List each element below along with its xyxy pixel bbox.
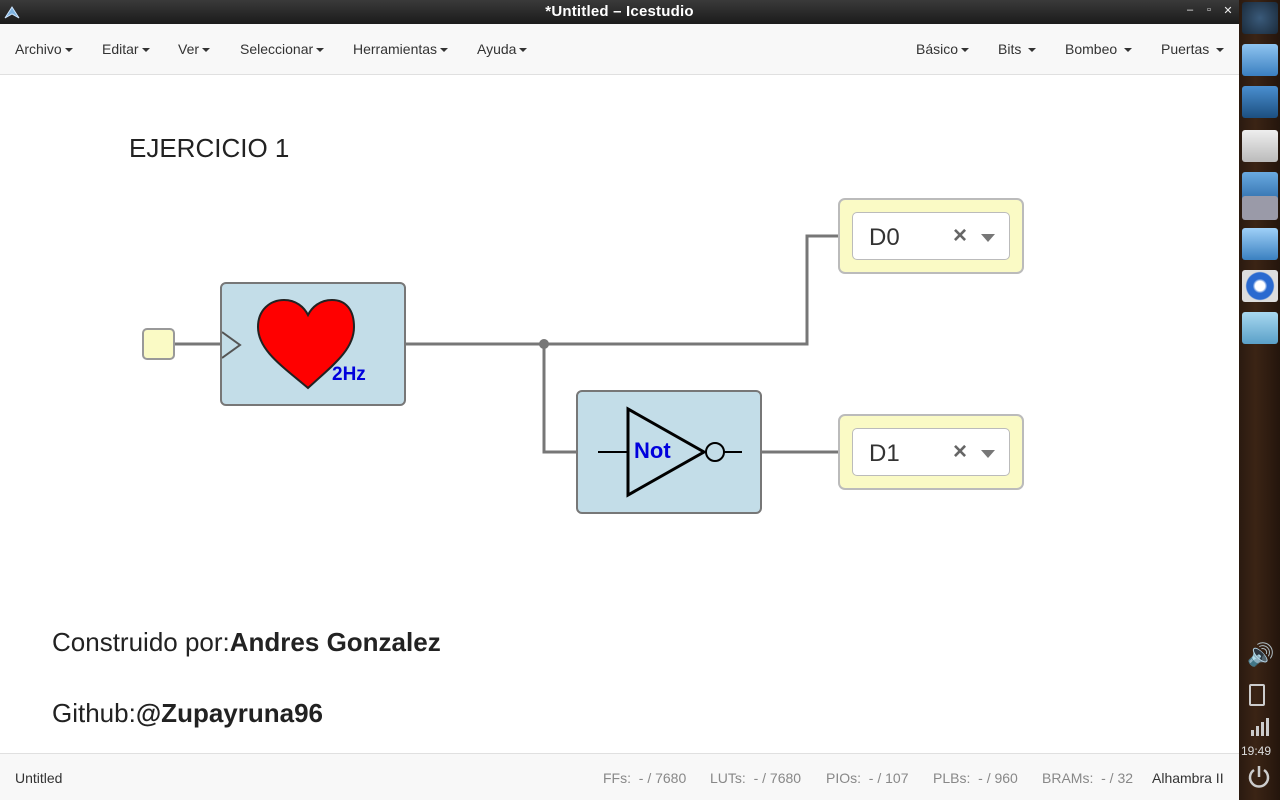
menu-ayuda[interactable]: Ayuda bbox=[477, 41, 528, 57]
chevron-down-icon bbox=[1124, 48, 1133, 53]
status-luts: LUTs: - / 7680 bbox=[710, 770, 802, 786]
chevron-down-icon bbox=[1028, 48, 1037, 53]
credit-name: Andres Gonzalez bbox=[229, 627, 441, 657]
status-plbs: PLBs: - / 960 bbox=[933, 770, 1018, 786]
dropdown-arrow-icon[interactable] bbox=[981, 450, 995, 458]
desktop-dock: 🔊 19:49 bbox=[1239, 0, 1280, 800]
menu-puertas[interactable]: Puertas bbox=[1161, 41, 1225, 57]
chevron-down-icon bbox=[64, 48, 73, 53]
credit-comment[interactable]: Construido por:Andres Gonzalez bbox=[52, 627, 441, 658]
network-icon[interactable] bbox=[1242, 86, 1278, 118]
task-preview-icon[interactable] bbox=[1242, 196, 1278, 220]
battery-icon[interactable] bbox=[1249, 684, 1265, 706]
chevron-down-icon bbox=[1216, 48, 1225, 53]
output-d0-value: D0 bbox=[869, 224, 900, 251]
window-title: *Untitled – Icestudio bbox=[545, 3, 694, 20]
credit-prefix: Construido por: bbox=[52, 627, 230, 657]
icestudio-dock-icon[interactable] bbox=[1242, 312, 1278, 344]
chevron-down-icon bbox=[316, 48, 325, 53]
launcher-icon[interactable] bbox=[1242, 2, 1278, 34]
output-d1-select[interactable]: D1 × bbox=[852, 428, 1010, 476]
chevron-down-icon bbox=[202, 48, 211, 53]
status-pios: PIOs: - / 107 bbox=[826, 770, 909, 786]
wire-junction-not[interactable] bbox=[542, 344, 578, 454]
status-ffs: FFs: - / 7680 bbox=[603, 770, 687, 786]
menu-seleccionar[interactable]: Seleccionar bbox=[240, 41, 325, 57]
menu-bits[interactable]: Bits bbox=[998, 41, 1037, 57]
clock-frequency-label: 2Hz bbox=[332, 364, 366, 385]
clear-icon[interactable]: × bbox=[953, 222, 967, 250]
chevron-down-icon bbox=[141, 48, 150, 53]
close-icon[interactable]: ✕ bbox=[1221, 4, 1235, 17]
heart-icon bbox=[222, 298, 356, 390]
github-comment[interactable]: Github:@Zupayruna96 bbox=[52, 698, 323, 729]
wire-junction bbox=[539, 339, 549, 349]
files-icon[interactable] bbox=[1242, 228, 1278, 260]
folder-icon[interactable] bbox=[1242, 44, 1278, 76]
volume-icon[interactable]: 🔊 bbox=[1247, 642, 1274, 668]
power-icon[interactable] bbox=[1247, 764, 1271, 790]
chevron-down-icon bbox=[440, 48, 449, 53]
chevron-down-icon bbox=[519, 48, 528, 53]
signal-icon[interactable] bbox=[1251, 718, 1269, 736]
output-d0-select[interactable]: D0 × bbox=[852, 212, 1010, 260]
github-prefix: Github: bbox=[52, 698, 136, 728]
chromium-icon[interactable] bbox=[1242, 270, 1278, 302]
input-pin[interactable] bbox=[142, 328, 175, 360]
output-d1-value: D1 bbox=[869, 440, 900, 467]
menu-herramientas[interactable]: Herramientas bbox=[353, 41, 449, 57]
menu-ver[interactable]: Ver bbox=[178, 41, 211, 57]
wire-clock-d0[interactable] bbox=[405, 234, 840, 346]
output-d0-block[interactable]: D0 × bbox=[838, 198, 1024, 274]
menu-bar: Archivo Editar Ver Seleccionar Herramien… bbox=[0, 24, 1239, 75]
not-gate-block[interactable]: Not bbox=[576, 390, 762, 514]
status-bar: Untitled FFs: - / 7680 LUTs: - / 7680 PI… bbox=[0, 753, 1239, 800]
github-handle: @Zupayruna96 bbox=[135, 698, 324, 728]
status-filename: Untitled bbox=[15, 770, 63, 786]
minimize-icon[interactable]: ‒ bbox=[1183, 4, 1197, 16]
chevron-down-icon bbox=[961, 48, 970, 53]
window-titlebar: *Untitled – Icestudio ‒ ▫ ✕ bbox=[0, 0, 1239, 24]
status-brams: BRAMs: - / 32 bbox=[1042, 770, 1134, 786]
clear-icon[interactable]: × bbox=[953, 438, 967, 466]
window-icon[interactable] bbox=[1242, 130, 1278, 162]
clock-time: 19:49 bbox=[1241, 744, 1272, 758]
menu-editar[interactable]: Editar bbox=[102, 41, 150, 57]
menu-archivo[interactable]: Archivo bbox=[15, 41, 73, 57]
maximize-icon[interactable]: ▫ bbox=[1202, 4, 1216, 16]
menu-bombeo[interactable]: Bombeo bbox=[1065, 41, 1133, 57]
not-gate-label: Not bbox=[634, 438, 671, 463]
clock-2hz-block[interactable]: 2Hz bbox=[220, 282, 406, 406]
dropdown-arrow-icon[interactable] bbox=[981, 234, 995, 242]
menu-basico[interactable]: Básico bbox=[916, 41, 970, 57]
design-canvas[interactable]: EJERCICIO 1 2Hz Not D0 × D1 × Construido… bbox=[0, 75, 1239, 753]
output-d1-block[interactable]: D1 × bbox=[838, 414, 1024, 490]
status-board[interactable]: Alhambra II bbox=[1152, 770, 1224, 786]
